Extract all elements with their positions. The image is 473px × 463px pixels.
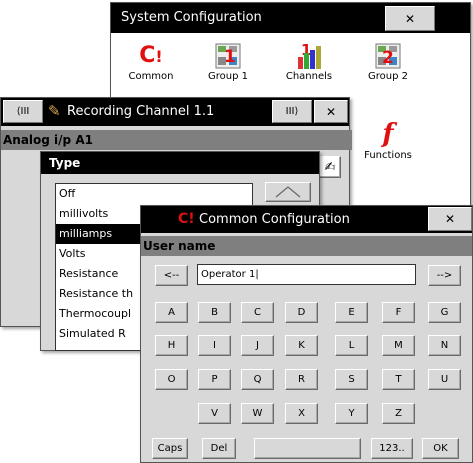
key-i[interactable]: I	[198, 335, 231, 356]
delete-button[interactable]: Del	[202, 438, 236, 459]
text-cursor: |	[255, 269, 259, 280]
system-title-bar: System Configuration ✕	[111, 3, 470, 33]
key-t[interactable]: T	[382, 369, 415, 390]
key-u[interactable]: U	[428, 369, 461, 390]
close-icon: ✕	[404, 11, 416, 26]
key-w[interactable]: W	[241, 403, 274, 424]
key-d[interactable]: D	[285, 302, 318, 323]
recording-title-bar: ⟨III ✎ Recording Channel 1.1 III⟩ ✕	[1, 98, 349, 126]
group1-icon: 1	[193, 41, 263, 71]
key-q[interactable]: Q	[241, 369, 274, 390]
user-name-input[interactable]: Operator 1|	[197, 264, 416, 285]
key-l[interactable]: L	[335, 335, 368, 356]
system-close-button[interactable]: ✕	[385, 6, 435, 31]
key-b[interactable]: B	[198, 302, 231, 323]
key-o[interactable]: O	[155, 369, 188, 390]
type-title-bar: Type	[41, 152, 319, 174]
common-title: Common Configuration	[199, 212, 350, 227]
field-label: User name	[143, 239, 216, 253]
group2-item[interactable]: 2 Group 2	[353, 41, 423, 82]
prev-channel-button[interactable]: ⟨III	[3, 100, 43, 123]
caps-button[interactable]: Caps	[152, 438, 188, 459]
common-title-bar: C! Common Configuration ✕	[141, 206, 472, 233]
key-z[interactable]: Z	[382, 403, 415, 424]
channels-icon: 1	[274, 41, 344, 71]
cursor-right-button[interactable]: -->	[428, 265, 461, 286]
numeric-keypad-button[interactable]: 123..	[371, 438, 413, 459]
key-n[interactable]: N	[428, 335, 461, 356]
type-title: Type	[49, 156, 81, 170]
key-h[interactable]: H	[155, 335, 188, 356]
item-label: Common	[128, 71, 174, 82]
key-e[interactable]: E	[335, 302, 368, 323]
recording-title: Recording Channel 1.1	[67, 104, 215, 119]
common-config-icon: C!	[139, 43, 163, 68]
key-r[interactable]: R	[285, 369, 318, 390]
pen-icon: ✎	[48, 102, 61, 120]
key-c[interactable]: C	[241, 302, 274, 323]
item-label: Functions	[364, 150, 412, 161]
group1-item[interactable]: 1 Group 1	[193, 41, 263, 82]
common-config-icon: C!	[178, 211, 195, 227]
item-label: Group 1	[208, 71, 248, 82]
recording-close-button[interactable]: ✕	[314, 100, 348, 123]
field-label-bar: User name	[141, 236, 472, 256]
key-j[interactable]: J	[241, 335, 274, 356]
key-f[interactable]: F	[382, 302, 415, 323]
key-y[interactable]: Y	[335, 403, 368, 424]
ok-button[interactable]: OK	[422, 438, 459, 459]
scroll-up-button[interactable]	[265, 182, 311, 202]
next-icon: III⟩	[285, 106, 299, 117]
channels-item[interactable]: 1 Channels	[274, 41, 344, 82]
next-channel-button[interactable]: III⟩	[272, 100, 312, 123]
prev-icon: ⟨III	[16, 106, 30, 117]
user-name-value: Operator 1	[201, 269, 256, 280]
item-label: Group 2	[368, 71, 408, 82]
space-button[interactable]	[254, 438, 361, 459]
key-v[interactable]: V	[198, 403, 231, 424]
key-g[interactable]: G	[428, 302, 461, 323]
system-title: System Configuration	[121, 10, 262, 25]
key-m[interactable]: M	[382, 335, 415, 356]
group2-icon: 2	[353, 41, 423, 71]
close-icon: ✕	[444, 212, 456, 226]
edit-icon[interactable]: ✍	[319, 156, 341, 178]
key-a[interactable]: A	[155, 302, 188, 323]
item-label: Channels	[285, 71, 333, 82]
svg-text:1: 1	[224, 47, 236, 67]
key-s[interactable]: S	[335, 369, 368, 390]
common-configuration-dialog: C! Common Configuration ✕ User name <-- …	[140, 205, 473, 463]
key-p[interactable]: P	[198, 369, 231, 390]
key-x[interactable]: X	[285, 403, 318, 424]
close-icon: ✕	[325, 104, 337, 119]
section-header: Analog i/p A1	[1, 130, 352, 150]
svg-text:2: 2	[382, 48, 394, 68]
cursor-left-button[interactable]: <--	[155, 265, 188, 286]
key-k[interactable]: K	[285, 335, 318, 356]
common-close-button[interactable]: ✕	[428, 207, 472, 231]
functions-item[interactable]: f Functions	[353, 118, 423, 161]
list-item[interactable]: Off	[56, 184, 252, 204]
common-config-item[interactable]: C! Common	[116, 41, 186, 82]
functions-icon: f	[382, 119, 394, 149]
chevron-up-icon	[275, 186, 301, 198]
